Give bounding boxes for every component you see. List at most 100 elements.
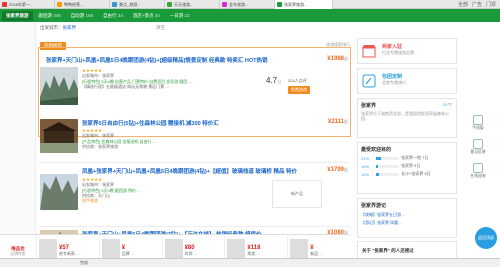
- ad-logo-sub: 品牌特卖: [10, 252, 26, 256]
- ad-text: 品牌 ...: [121, 251, 135, 256]
- item-title[interactable]: 张家界+天门山+凤凰+凤凰5日4晚跟团游(4钻)+[超级精品]情景定制 经典款 …: [40, 56, 325, 64]
- location-label: 出发城市：: [40, 25, 63, 30]
- popular-row[interactable]: 21% 张家界一地 7日: [361, 155, 453, 161]
- popular-row[interactable]: 10% 张家界 5日: [361, 163, 453, 169]
- item-thumbnail[interactable]: [40, 174, 78, 210]
- nav-tab-label: 自助游: [70, 12, 85, 18]
- toolbar-action[interactable]: 广告: [472, 1, 482, 8]
- location-city[interactable]: 张家界: [63, 25, 77, 31]
- popular-row[interactable]: 12% 长沙+张家界 6日: [361, 171, 453, 177]
- browser-tab[interactable]: 金车旅游...: [220, 0, 275, 9]
- item-meta: ★★★★★ 出发城市：张家界 [行程特色] 5天4晚 自营产品 门票特价 自费项…: [82, 68, 192, 89]
- popular-pct: 10%: [361, 163, 370, 169]
- mobile-tool[interactable]: 手机版: [458, 115, 498, 131]
- cliff-photo-icon: [40, 174, 78, 210]
- browser-tab[interactable]: 景点_旅游...: [110, 0, 165, 9]
- price-unit: 起: [344, 119, 348, 124]
- destination-card: 张家界 20℃ 张家界位于湖南西北部，是我国首批国家级森林公园...: [357, 98, 457, 138]
- note-link[interactable]: 【游记】张家界 凤凰 ...: [361, 220, 453, 226]
- popular-bar-fill: [376, 156, 381, 160]
- tab-label: 景点_旅游...: [119, 1, 141, 7]
- chat-icon: [473, 163, 483, 173]
- ad-text: 热卖 ...: [247, 251, 260, 256]
- toolbar-action[interactable]: 门票: [486, 1, 496, 8]
- nav-tab-label: 一日游: [169, 12, 184, 18]
- ad-text: 新品 ...: [310, 251, 323, 256]
- back-to-top-button[interactable]: 返回顶部: [475, 227, 497, 249]
- divider: [38, 162, 350, 163]
- tab-favicon-icon: [222, 2, 227, 7]
- weather-value: 20℃: [443, 102, 452, 107]
- tab-favicon-icon: [277, 2, 282, 7]
- meta-line: 供应商：张家界旅游: [82, 143, 118, 149]
- popular-bar-fill: [376, 164, 379, 168]
- item-title[interactable]: 张家界5日自由行(5钻)+住森林公园 赠接机 减300 特价汇: [40, 119, 325, 127]
- location-filter: 出发城市： 张家界 清空: [40, 22, 350, 34]
- meta-line: 出发城市：张家界: [82, 133, 114, 139]
- nav-tab-label: 酒店+景点: [132, 12, 154, 18]
- browser-tab-strip: 2018年第一... 鸭鸭经营... 景点_旅游... 天天旅游... 金车旅游…: [0, 0, 500, 9]
- price-unit: 起: [344, 167, 348, 172]
- popular-pct: 21%: [361, 155, 370, 161]
- popular-title: 最受欢迎目的: [361, 147, 392, 153]
- popular-bar: [376, 164, 398, 168]
- tab-label: 天天旅游...: [174, 1, 194, 7]
- meta-line: [产品特色] 住森林公园 含接送机 自由行 ...: [82, 138, 157, 144]
- browser-tab[interactable]: 2018年第一...: [0, 0, 55, 9]
- nav-tab-oneday[interactable]: 一日游 33: [166, 11, 194, 21]
- review-count[interactable]: 324人点评: [288, 78, 307, 83]
- list-item[interactable]: 张家界5日自由行(5钻)+住森林公园 赠接机 减300 特价汇 ¥2111起 ★…: [40, 119, 348, 171]
- consult-button[interactable]: 免费咨询: [288, 86, 310, 94]
- popular-label: 长沙+张家界 6日: [401, 171, 431, 176]
- merchant-card[interactable]: 商家入驻 打造专属旅游品牌: [357, 38, 457, 64]
- nav-tab-count: 30: [154, 12, 160, 18]
- nav-tab-label: 自由行: [103, 12, 117, 18]
- nav-tab-label: 张家界旅游: [6, 12, 29, 18]
- nav-tab-free[interactable]: 自由行 34: [99, 11, 127, 21]
- custom-tour-card[interactable]: 包团定制 定制专属旅行: [357, 68, 457, 94]
- meta-line: [行程特色] 5天4晚 跟团游 特价 ...: [82, 187, 141, 193]
- feedback-icon: [473, 139, 483, 149]
- meta-line: 出发城市：张家界: [82, 182, 114, 188]
- toolbar-actions: 全部 广告 门票: [458, 0, 500, 8]
- note-link[interactable]: 【攻略】张家界五日游 ...: [361, 212, 453, 218]
- browser-tab[interactable]: 鸭鸭经营...: [55, 0, 110, 9]
- edit-icon: [362, 74, 376, 88]
- price-value: 1988: [330, 56, 344, 62]
- nav-tab-hotel[interactable]: 酒店+景点 30: [129, 11, 164, 21]
- toolbar-action[interactable]: 全部: [458, 1, 468, 8]
- price-value: 1799: [330, 167, 344, 173]
- nav-tab-zhangjiajie[interactable]: 张家界旅游: [2, 10, 33, 21]
- ad-text: 秋冬新款 ...: [59, 251, 80, 256]
- tab-favicon-icon: [57, 2, 62, 7]
- item-thumbnail[interactable]: [40, 119, 78, 153]
- nav-tab-self[interactable]: 自助游 169: [67, 11, 97, 21]
- browser-tab-active[interactable]: 张家界旅游...: [275, 0, 333, 9]
- tab-favicon-icon: [2, 2, 7, 7]
- tab-favicon-icon: [167, 2, 172, 7]
- meta-line: [行程特色] 5天4晚 自营产品 门票特价 自费项目 含导游 跟团 ...: [82, 78, 192, 84]
- custom-sub: 定制专属旅行: [382, 80, 406, 85]
- consult-tool[interactable]: 在线咨询: [458, 163, 498, 179]
- score-unit: 分: [277, 79, 282, 84]
- feedback-tool[interactable]: 意见反馈: [458, 139, 498, 155]
- new-product-badge[interactable]: 新产品: [272, 180, 322, 208]
- tool-label: 在线咨询: [470, 174, 486, 178]
- popular-bar-fill: [376, 172, 379, 176]
- item-price: ¥2111起: [327, 119, 348, 125]
- item-score: 4.7分: [266, 76, 281, 85]
- item-title[interactable]: 凤凰+张家界+天门山+凤凰+凤凰5日4晚跟团游(4钻)+【超值】玻璃栈道 玻璃桥…: [40, 167, 325, 175]
- meta-line: 【精选行程】五星级酒店 纯玩无购物 景区门票 ...: [82, 83, 169, 89]
- nav-tab-count: 34: [117, 12, 123, 18]
- popular-card: 最受欢迎目的 21% 张家界一地 7日 10% 张家界 5日 12% 长沙+张家…: [357, 142, 457, 194]
- browser-tab[interactable]: 天天旅游...: [165, 0, 220, 9]
- tab-label: 张家界旅游...: [284, 1, 308, 7]
- item-price: ¥1988起: [327, 56, 348, 62]
- phone-icon: [473, 115, 483, 125]
- status-bar: 完成: [0, 258, 500, 267]
- popular-label: 张家界一地 7日: [401, 155, 429, 160]
- nav-tab-group[interactable]: 跟团游 348: [35, 11, 65, 21]
- clear-filter-link[interactable]: 清空: [156, 25, 165, 31]
- status-text: 完成: [80, 260, 88, 265]
- item-thumbnail[interactable]: [40, 67, 78, 105]
